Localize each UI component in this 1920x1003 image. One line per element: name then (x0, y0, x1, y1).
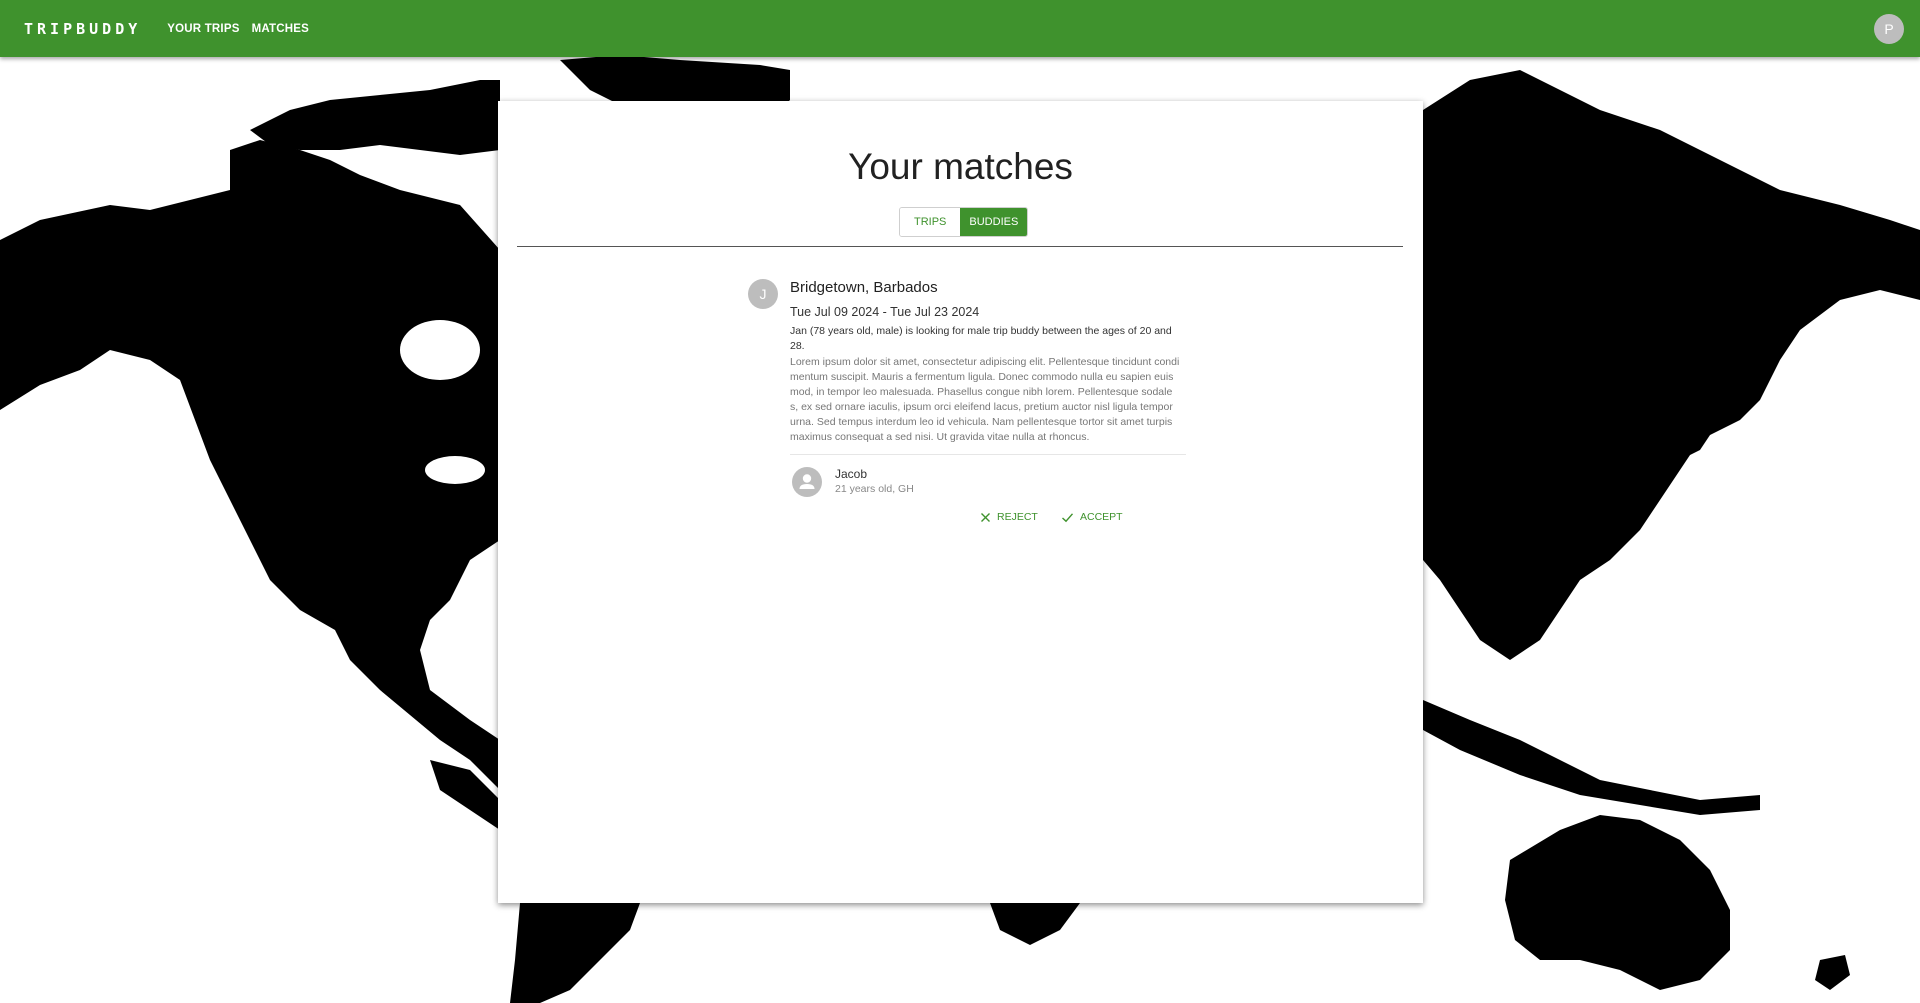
matches-card: Your matches TRIPS BUDDIES J Bridgetown,… (498, 101, 1423, 903)
south-america-landmass (510, 903, 640, 1003)
buddy-name: Jacob (835, 467, 868, 481)
south-america-east (990, 903, 1080, 945)
australia (1505, 815, 1730, 990)
close-icon (981, 512, 990, 522)
tab-buddies[interactable]: BUDDIES (960, 208, 1028, 236)
trip-description: Lorem ipsum dolor sit amet, consectetur … (790, 356, 1180, 443)
accept-label: ACCEPT (1080, 511, 1123, 523)
eurasia-landmass (1423, 70, 1920, 660)
tasmania (1815, 955, 1850, 990)
brand-logo[interactable]: TRIPBUDDY (24, 20, 141, 38)
top-app-bar: TRIPBUDDY YOUR TRIPS MATCHES P (0, 0, 1920, 57)
nav-matches[interactable]: MATCHES (252, 23, 309, 35)
view-toggle: TRIPS BUDDIES (899, 207, 1029, 237)
buddy-meta: 21 years old, GH (835, 483, 914, 495)
match-details: Bridgetown, Barbados Tue Jul 09 2024 - T… (790, 277, 1186, 535)
match-actions: REJECT ACCEPT (790, 511, 1180, 535)
hudson-bay (400, 320, 480, 380)
tab-trips[interactable]: TRIPS (900, 208, 961, 236)
destination-title: Bridgetown, Barbados (790, 279, 938, 296)
page-title: Your matches (848, 146, 1073, 187)
southeast-asia-islands (1423, 700, 1760, 815)
accept-button[interactable]: ACCEPT (1061, 511, 1123, 523)
north-america-landmass (0, 140, 500, 790)
trip-dates: Tue Jul 09 2024 - Tue Jul 23 2024 (790, 305, 980, 319)
reject-button[interactable]: REJECT (980, 511, 1038, 523)
section-divider (517, 246, 1403, 247)
reject-label: REJECT (997, 511, 1038, 523)
arctic-islands (250, 80, 500, 155)
great-lakes (425, 456, 485, 484)
buddy-divider (790, 454, 1186, 455)
check-icon (1062, 512, 1074, 522)
buddy-avatar (792, 467, 822, 497)
nav-your-trips[interactable]: YOUR TRIPS (167, 23, 239, 35)
buddy-requirements: Jan (78 years old, male) is looking for … (790, 325, 1172, 352)
user-avatar[interactable]: P (1874, 14, 1904, 44)
person-icon (799, 474, 815, 489)
trip-owner-avatar: J (748, 279, 778, 309)
buddy-item: Jacob 21 years old, GH (790, 465, 1180, 507)
